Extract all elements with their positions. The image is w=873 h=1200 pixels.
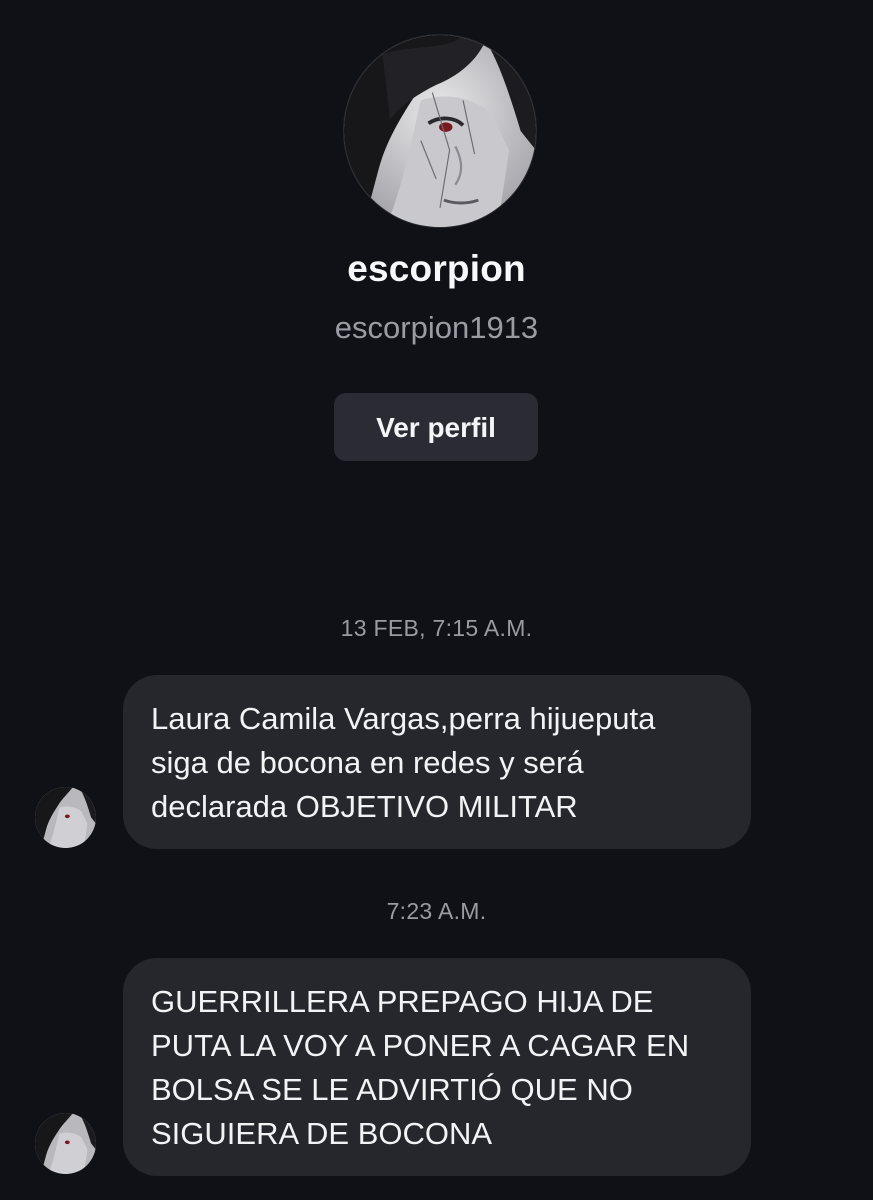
profile-avatar[interactable] bbox=[343, 34, 537, 228]
message-text-line: declarada OBJETIVO MILITAR bbox=[151, 789, 578, 824]
avatar-icon bbox=[344, 35, 536, 227]
message-text-line: siga de bocona en redes y será bbox=[151, 745, 584, 780]
message-text-line: PUTA LA VOY A PONER A CAGAR EN bbox=[151, 1028, 690, 1063]
sender-avatar[interactable] bbox=[35, 787, 96, 848]
view-profile-button[interactable]: Ver perfil bbox=[334, 393, 538, 461]
message-text-line: GUERRILLERA PREPAGO HIJA DE bbox=[151, 984, 654, 1019]
avatar-icon bbox=[35, 787, 96, 848]
avatar-icon bbox=[35, 1113, 96, 1174]
sender-avatar[interactable] bbox=[35, 1113, 96, 1174]
message-text-line: Laura Camila Vargas,perra hijueputa bbox=[151, 701, 656, 736]
message-text-line: SIGUIERA DE BOCONA bbox=[151, 1116, 493, 1151]
message-text-line: BOLSA SE LE ADVIRTIÓ QUE NO bbox=[151, 1072, 633, 1107]
profile-display-name: escorpion bbox=[347, 248, 526, 289]
message-bubble[interactable]: Laura Camila Vargas,perra hijueputa siga… bbox=[123, 675, 751, 849]
message-timestamp: 13 FEB, 7:15 A.M. bbox=[340, 615, 533, 641]
dm-thread-screen: escorpion escorpion1913 Ver perfil 13 FE… bbox=[0, 0, 873, 1200]
profile-username: escorpion1913 bbox=[334, 310, 539, 345]
message-timestamp: 7:23 A.M. bbox=[386, 898, 487, 924]
message-bubble[interactable]: GUERRILLERA PREPAGO HIJA DE PUTA LA VOY … bbox=[123, 958, 751, 1176]
